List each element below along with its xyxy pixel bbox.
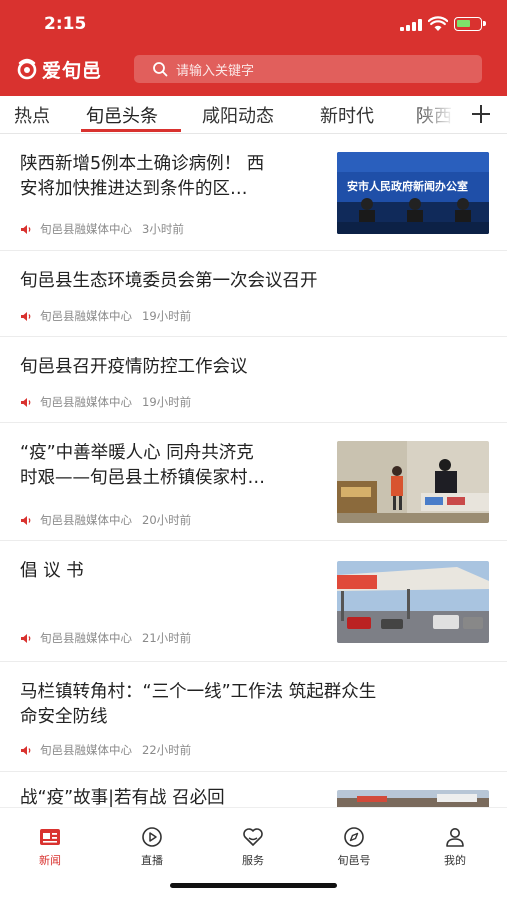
news-meta: 旬邑县融媒体中心 3小时前 xyxy=(20,221,184,237)
channel-tabs: 热点 旬邑头条 咸阳动态 新时代 陕西 xyxy=(0,96,507,134)
news-item[interactable]: 旬邑县召开疫情防控工作会议 旬邑县融媒体中心 19小时前 xyxy=(0,337,507,423)
cellular-signal-icon xyxy=(400,19,422,31)
active-tab-indicator xyxy=(81,129,181,132)
nav-news[interactable]: 新闻 xyxy=(20,826,80,868)
logo-text: 爱旬邑 xyxy=(42,59,103,82)
nav-live[interactable]: 直播 xyxy=(122,826,182,868)
home-indicator[interactable] xyxy=(170,883,337,888)
news-thumbnail: 安市人民政府新闻办公室 xyxy=(337,152,489,234)
news-title: 旬邑县生态环境委员会第一次会议召开 xyxy=(20,271,318,291)
speaker-icon xyxy=(21,745,31,755)
service-icon xyxy=(243,828,263,846)
news-time: 19小时前 xyxy=(142,395,192,409)
news-source: 旬邑县融媒体中心 xyxy=(40,631,132,645)
news-item[interactable]: 陕西新增5例本土确诊病例！ 西 安将加快推进达到条件的区… 旬邑县融媒体中心 3… xyxy=(0,135,507,251)
speaker-icon xyxy=(21,633,31,643)
news-source: 旬邑县融媒体中心 xyxy=(40,395,132,409)
search-icon xyxy=(153,62,168,77)
news-time: 3小时前 xyxy=(142,222,184,236)
news-meta: 旬邑县融媒体中心 20小时前 xyxy=(20,512,191,528)
tab-new-era[interactable]: 新时代 xyxy=(320,102,374,128)
news-meta: 旬邑县融媒体中心 22小时前 xyxy=(20,742,191,758)
speaker-icon xyxy=(21,397,31,407)
thumbnail-caption: 安市人民政府新闻办公室 xyxy=(347,180,468,193)
news-icon xyxy=(40,829,60,845)
news-item[interactable]: 马栏镇转角村：“三个一线”工作法 筑起群众生 命安全防线 旬邑县融媒体中心 22… xyxy=(0,662,507,772)
nav-service[interactable]: 服务 xyxy=(223,826,283,868)
logo-swirl-icon xyxy=(17,58,37,80)
tab-xianyang-news[interactable]: 咸阳动态 xyxy=(202,102,274,128)
status-time: 2:15 xyxy=(44,14,87,34)
search-bar[interactable]: 请输入关键字 xyxy=(134,55,482,83)
tab-xunyi-headlines[interactable]: 旬邑头条 xyxy=(86,102,158,128)
news-source: 旬邑县融媒体中心 xyxy=(40,222,132,236)
news-thumbnail xyxy=(337,441,489,523)
wifi-icon xyxy=(428,16,448,31)
battery-icon xyxy=(454,17,486,31)
user-icon xyxy=(446,828,464,847)
compass-icon xyxy=(344,827,364,847)
search-placeholder: 请输入关键字 xyxy=(176,63,255,79)
news-meta: 旬邑县融媒体中心 21小时前 xyxy=(20,630,191,646)
speaker-icon xyxy=(21,515,31,525)
news-time: 20小时前 xyxy=(142,513,192,527)
status-bar: 2:15 xyxy=(0,0,507,50)
news-title: 马栏镇转角村：“三个一线”工作法 筑起群众生 命安全防线 xyxy=(20,682,377,727)
nav-xunyi-account[interactable]: 旬邑号 xyxy=(324,826,384,868)
app-header: 2:15 爱旬邑 请输入关键字 xyxy=(0,0,507,96)
news-thumbnail xyxy=(337,561,489,643)
add-channel-icon[interactable] xyxy=(470,103,492,125)
news-title: 旬邑县召开疫情防控工作会议 xyxy=(20,357,248,377)
news-source: 旬邑县融媒体中心 xyxy=(40,513,132,527)
news-time: 21小时前 xyxy=(142,631,192,645)
app-logo[interactable]: 爱旬邑 xyxy=(16,56,102,82)
news-item[interactable]: 倡 议 书 旬邑县融媒体中心 21小时前 xyxy=(0,541,507,662)
news-item[interactable]: 旬邑县生态环境委员会第一次会议召开 旬邑县融媒体中心 19小时前 xyxy=(0,251,507,337)
news-meta: 旬邑县融媒体中心 19小时前 xyxy=(20,394,191,410)
speaker-icon xyxy=(21,224,31,234)
news-meta: 旬邑县融媒体中心 19小时前 xyxy=(20,308,191,324)
live-icon xyxy=(142,827,162,847)
news-item[interactable]: “疫”中善举暖人心 同舟共济克 时艰——旬邑县土桥镇侯家村… 旬邑县融媒体中心 … xyxy=(0,423,507,541)
news-source: 旬邑县融媒体中心 xyxy=(40,309,132,323)
news-item[interactable]: 战“疫”故事|若有战 召必回 xyxy=(0,772,507,812)
news-title: 陕西新增5例本土确诊病例！ 西 安将加快推进达到条件的区… xyxy=(20,154,265,199)
news-time: 22小时前 xyxy=(142,743,192,757)
news-title: “疫”中善举暖人心 同舟共济克 时艰——旬邑县土桥镇侯家村… xyxy=(20,443,265,488)
news-title: 倡 议 书 xyxy=(20,561,84,581)
nav-mine[interactable]: 我的 xyxy=(425,826,485,868)
news-source: 旬邑县融媒体中心 xyxy=(40,743,132,757)
tab-hot[interactable]: 热点 xyxy=(14,102,50,128)
tab-fade-overlay xyxy=(410,96,466,133)
news-time: 19小时前 xyxy=(142,309,192,323)
speaker-icon xyxy=(21,311,31,321)
